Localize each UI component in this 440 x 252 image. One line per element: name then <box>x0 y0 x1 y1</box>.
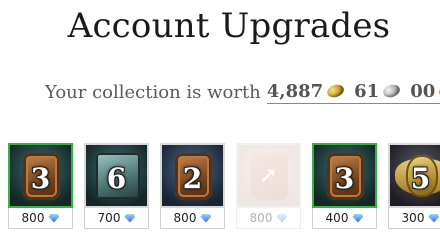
upgrade-price: 800 <box>9 208 72 228</box>
upgrade-thumbnail[interactable]: 2 <box>160 143 225 208</box>
silver-amount: 61 <box>354 80 402 102</box>
gem-icon <box>276 213 288 223</box>
upgrade-count: 2 <box>182 162 203 195</box>
upgrade-thumbnail[interactable]: 3 <box>8 143 73 208</box>
arrow-icon: ➚ <box>259 163 278 188</box>
gem-icon <box>200 213 212 223</box>
upgrade-card[interactable]: 6 700 <box>84 143 149 229</box>
gold-value: 4,887 <box>266 80 324 102</box>
upgrade-card-disabled: ➚ 800 <box>236 143 301 229</box>
upgrade-count: 3 <box>334 162 355 195</box>
price-value: 700 <box>97 211 121 225</box>
price-value: 300 <box>401 211 425 225</box>
copper-amount: 00 <box>410 81 440 102</box>
price-value: 800 <box>173 211 197 225</box>
upgrade-card[interactable]: 3 400 <box>312 143 377 229</box>
upgrade-price: 800 <box>161 208 224 228</box>
upgrade-thumbnail: ➚ <box>236 143 301 208</box>
upgrade-thumbnail[interactable]: 5 <box>388 143 440 208</box>
upgrade-count: 5 <box>410 162 431 195</box>
gem-icon <box>352 213 364 223</box>
upgrade-price: 800 <box>237 208 300 228</box>
gold-amount: 4,887 <box>266 80 346 102</box>
upgrade-thumbnail[interactable]: 6 <box>84 143 149 208</box>
upgrade-price: 300 <box>389 208 440 228</box>
gem-icon <box>48 213 60 223</box>
price-value: 800 <box>21 211 45 225</box>
account-upgrades-page: Account Upgrades Your collection is wort… <box>0 0 440 252</box>
upgrade-price: 400 <box>313 208 376 228</box>
upgrade-count: 3 <box>30 162 51 195</box>
page-title: Account Upgrades <box>67 6 391 46</box>
upgrade-list: 3 800 6 700 2 800 ➚ 800 3 400 5 300 <box>8 143 440 229</box>
upgrade-count: 6 <box>106 162 127 195</box>
upgrade-card[interactable]: 2 800 <box>160 143 225 229</box>
collection-worth-label: Your collection is worth <box>45 81 261 103</box>
upgrade-card[interactable]: 5 300 <box>388 143 440 229</box>
silver-value: 61 <box>354 80 380 102</box>
silver-coin-icon <box>381 82 402 100</box>
upgrade-thumbnail[interactable]: 3 <box>312 143 377 208</box>
copper-value: 00 <box>410 80 436 102</box>
price-value: 400 <box>325 211 349 225</box>
collection-worth-value: 4,887 61 00 <box>266 80 440 104</box>
upgrade-price: 700 <box>85 208 148 228</box>
upgrade-card[interactable]: 3 800 <box>8 143 73 229</box>
gem-icon <box>124 213 136 223</box>
gem-icon <box>428 213 440 223</box>
gold-coin-icon <box>325 82 346 100</box>
price-value: 800 <box>249 211 273 225</box>
collection-worth: Your collection is worth 4,887 61 00 <box>45 78 440 106</box>
